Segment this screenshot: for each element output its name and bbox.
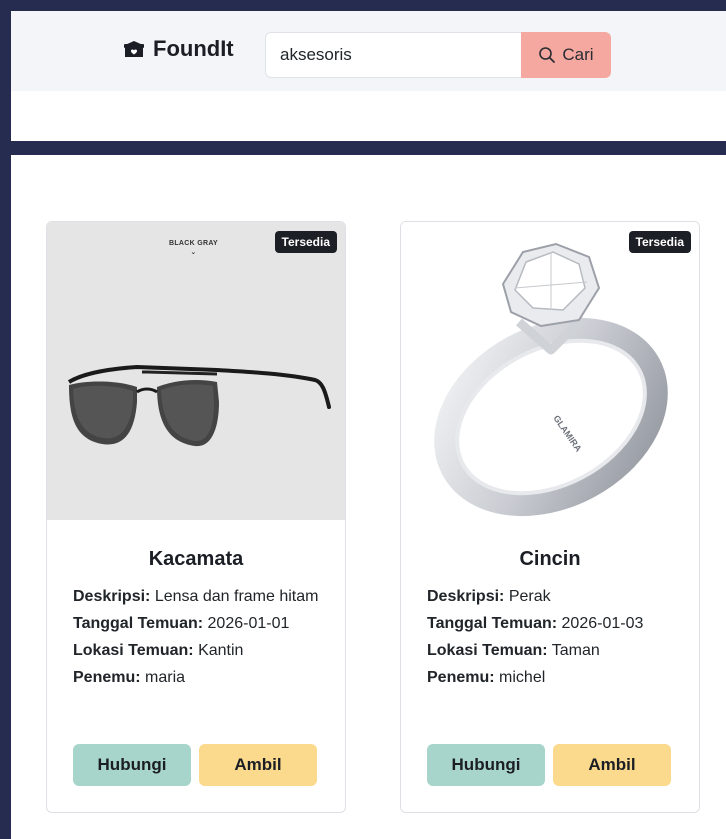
item-card-kacamata: BLACK GRAY ⌄ Tersedia Kacamata Deskripsi:… — [46, 221, 346, 813]
field-finder: Penemu: maria — [73, 669, 186, 686]
card-actions: Hubungi Ambil — [73, 744, 317, 786]
card-actions: Hubungi Ambil — [427, 744, 671, 786]
field-found-location: Lokasi Temuan: Taman — [427, 642, 600, 659]
item-image-sunglasses: BLACK GRAY ⌄ Tersedia — [47, 222, 345, 520]
ring-image: GLAMIRA — [434, 242, 668, 517]
search-button[interactable]: Cari — [521, 32, 611, 78]
item-title: Kacamata — [148, 548, 244, 570]
box-heart-icon — [124, 41, 144, 57]
brand-name: FoundIt — [153, 36, 234, 61]
search-button-label: Cari — [562, 45, 594, 64]
contact-button[interactable]: Hubungi — [427, 744, 545, 786]
item-grid: BLACK GRAY ⌄ Tersedia Kacamata Deskripsi:… — [11, 155, 726, 839]
field-found-date: Tanggal Temuan: 2026-01-01 — [73, 615, 290, 632]
take-button[interactable]: Ambil — [553, 744, 671, 786]
card-body: Kacamata Deskripsi: Lensa dan frame hita… — [47, 520, 345, 691]
search-form: Cari — [265, 32, 611, 78]
field-found-location: Lokasi Temuan: Kantin — [73, 642, 244, 659]
item-card-cincin: GLAMIRA Tersedia Cincin Deskripsi: Perak… — [400, 221, 700, 813]
status-badge: Tersedia — [274, 231, 337, 253]
status-badge: Tersedia — [628, 231, 691, 253]
search-input[interactable] — [265, 32, 521, 78]
item-image-ring: GLAMIRA Tersedia — [401, 222, 699, 520]
field-description: Deskripsi: Lensa dan frame hitam — [73, 588, 319, 605]
field-description: Deskripsi: Perak — [427, 588, 551, 605]
field-found-date: Tanggal Temuan: 2026-01-03 — [427, 615, 644, 632]
sunglasses-image — [67, 364, 331, 447]
card-body: Cincin Deskripsi: Perak Tanggal Temuan: … — [401, 520, 699, 691]
navbar: FoundIt Cari — [11, 11, 726, 91]
brand[interactable]: FoundIt — [122, 36, 234, 62]
field-finder: Penemu: michel — [427, 669, 546, 686]
contact-button[interactable]: Hubungi — [73, 744, 191, 786]
subheader-strip — [11, 91, 726, 141]
take-button[interactable]: Ambil — [199, 744, 317, 786]
item-title: Cincin — [519, 548, 581, 570]
search-icon — [539, 47, 556, 63]
ring-engraving: GLAMIRA — [551, 413, 584, 454]
